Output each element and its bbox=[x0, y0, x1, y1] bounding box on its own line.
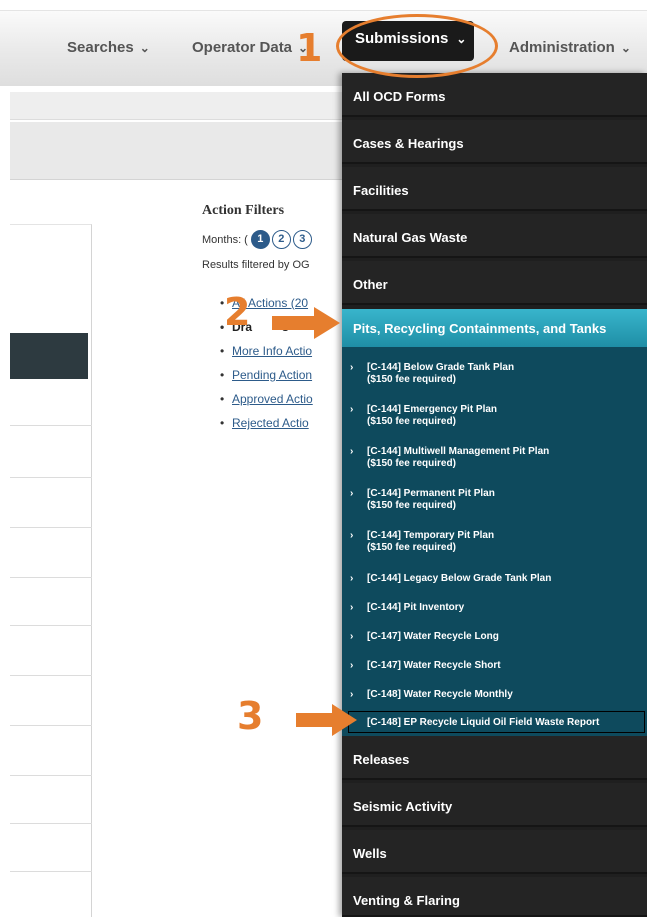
chevron-right-icon: › bbox=[350, 660, 354, 671]
rejected-actions-link[interactable]: Rejected Actio bbox=[220, 416, 313, 440]
pits-submenu: › [C-144] Below Grade Tank Plan ($150 fee… bbox=[342, 347, 647, 749]
submenu-item-label: [C-148] Water Recycle Monthly bbox=[367, 689, 513, 700]
menu-item-cases-hearings[interactable]: Cases & Hearings bbox=[342, 120, 647, 164]
row-divider bbox=[10, 527, 92, 528]
month-button-1[interactable]: 1 bbox=[250, 230, 270, 249]
submenu-item-note: ($150 fee required) bbox=[367, 416, 456, 427]
submenu-item-label: [C-144] Legacy Below Grade Tank Plan bbox=[367, 573, 552, 584]
step-3-label: 3 bbox=[237, 694, 264, 738]
menu-item-all-ocd-forms[interactable]: All OCD Forms bbox=[342, 73, 647, 117]
menu-item-facilities[interactable]: Facilities bbox=[342, 167, 647, 211]
chevron-right-icon: › bbox=[350, 631, 354, 642]
month-button-3[interactable]: 3 bbox=[292, 230, 312, 249]
menu-item-pits-recycling[interactable]: Pits, Recycling Containments, and Tanks bbox=[342, 309, 647, 347]
month-button-2[interactable]: 2 bbox=[271, 230, 291, 249]
nav-searches-label: Searches bbox=[67, 39, 134, 56]
submenu-item-label: [C-147] Water Recycle Long bbox=[367, 631, 499, 642]
header-band bbox=[10, 122, 345, 180]
chevron-right-icon: › bbox=[350, 573, 354, 584]
arrow-right-icon bbox=[272, 307, 340, 339]
row-divider bbox=[10, 823, 92, 824]
submenu-item-note: ($150 fee required) bbox=[367, 542, 456, 553]
submenu-item-label: [C-147] Water Recycle Short bbox=[367, 660, 501, 671]
months-filter: Months: ( 1 2 3 bbox=[202, 230, 314, 249]
submenu-item-label: [C-144] Permanent Pit Plan bbox=[367, 488, 495, 499]
submenu-item-ep-recycle-report[interactable]: [C-148] EP Recycle Liquid Oil Field Wast… bbox=[348, 711, 645, 733]
pending-actions-link[interactable]: Pending Action bbox=[220, 368, 313, 392]
nav-administration[interactable]: Administration ⌄ bbox=[509, 39, 631, 56]
left-panel bbox=[10, 224, 92, 917]
row-divider bbox=[10, 675, 92, 676]
months-label: Months: ( bbox=[202, 233, 248, 246]
row-divider bbox=[10, 477, 92, 478]
chevron-right-icon: › bbox=[350, 530, 354, 541]
page: Searches ⌄ Operator Data ⌄ Administration ⌄… bbox=[0, 0, 647, 917]
menu-item-other[interactable]: Other bbox=[342, 261, 647, 305]
chevron-right-icon: › bbox=[350, 602, 354, 613]
step-2-label: 2 bbox=[224, 290, 251, 334]
left-panel-header bbox=[10, 333, 88, 379]
menu-item-venting-flaring[interactable]: Venting & Flaring bbox=[342, 877, 647, 917]
action-filters-title: Action Filters bbox=[202, 203, 285, 218]
chevron-right-icon: › bbox=[350, 362, 354, 373]
filter-note: Results filtered by OG bbox=[202, 259, 310, 271]
row-divider bbox=[10, 425, 92, 426]
submenu-item-label: [C-144] Temporary Pit Plan bbox=[367, 530, 495, 541]
menu-item-wells[interactable]: Wells bbox=[342, 830, 647, 874]
more-info-actions-link[interactable]: More Info Actio bbox=[220, 344, 313, 368]
breadcrumb-band bbox=[10, 92, 345, 120]
submenu-item-label: [C-144] Below Grade Tank Plan bbox=[367, 362, 515, 373]
row-divider bbox=[10, 625, 92, 626]
chevron-right-icon: › bbox=[350, 689, 354, 700]
submenu-item-label: [C-144] Pit Inventory bbox=[367, 602, 465, 613]
row-divider bbox=[10, 871, 92, 872]
row-divider bbox=[10, 775, 92, 776]
nav-operator-data-label: Operator Data bbox=[192, 39, 293, 56]
submenu-item-label: [C-144] Emergency Pit Plan bbox=[367, 404, 498, 415]
nav-searches[interactable]: Searches ⌄ bbox=[67, 39, 150, 56]
row-divider bbox=[10, 725, 92, 726]
menu-item-releases[interactable]: Releases bbox=[342, 736, 647, 780]
menu-item-natural-gas-waste[interactable]: Natural Gas Waste bbox=[342, 214, 647, 258]
submenu-item-note: ($150 fee required) bbox=[367, 458, 456, 469]
chevron-down-icon: ⌄ bbox=[620, 41, 631, 55]
chevron-down-icon: ⌄ bbox=[139, 41, 150, 55]
submenu-item-note: ($150 fee required) bbox=[367, 500, 456, 511]
chevron-right-icon: › bbox=[350, 488, 354, 499]
submenu-item-label: [C-144] Multiwell Management Pit Plan bbox=[367, 446, 550, 457]
row-divider bbox=[10, 577, 92, 578]
chevron-right-icon: › bbox=[350, 446, 354, 457]
step-1-label: 1 bbox=[296, 26, 323, 70]
approved-actions-link[interactable]: Approved Actio bbox=[220, 392, 313, 416]
menu-item-seismic-activity[interactable]: Seismic Activity bbox=[342, 783, 647, 827]
nav-administration-label: Administration bbox=[509, 39, 615, 56]
nav-operator-data[interactable]: Operator Data ⌄ bbox=[192, 39, 308, 56]
submissions-dropdown: All OCD Forms Cases & Hearings Facilitie… bbox=[342, 73, 647, 917]
submenu-item-label: [C-148] EP Recycle Liquid Oil Field Wast… bbox=[367, 717, 600, 728]
chevron-right-icon: › bbox=[350, 404, 354, 415]
arrow-right-icon bbox=[296, 704, 357, 736]
annotation-ellipse bbox=[336, 14, 498, 78]
submenu-item-note: ($150 fee required) bbox=[367, 374, 456, 385]
